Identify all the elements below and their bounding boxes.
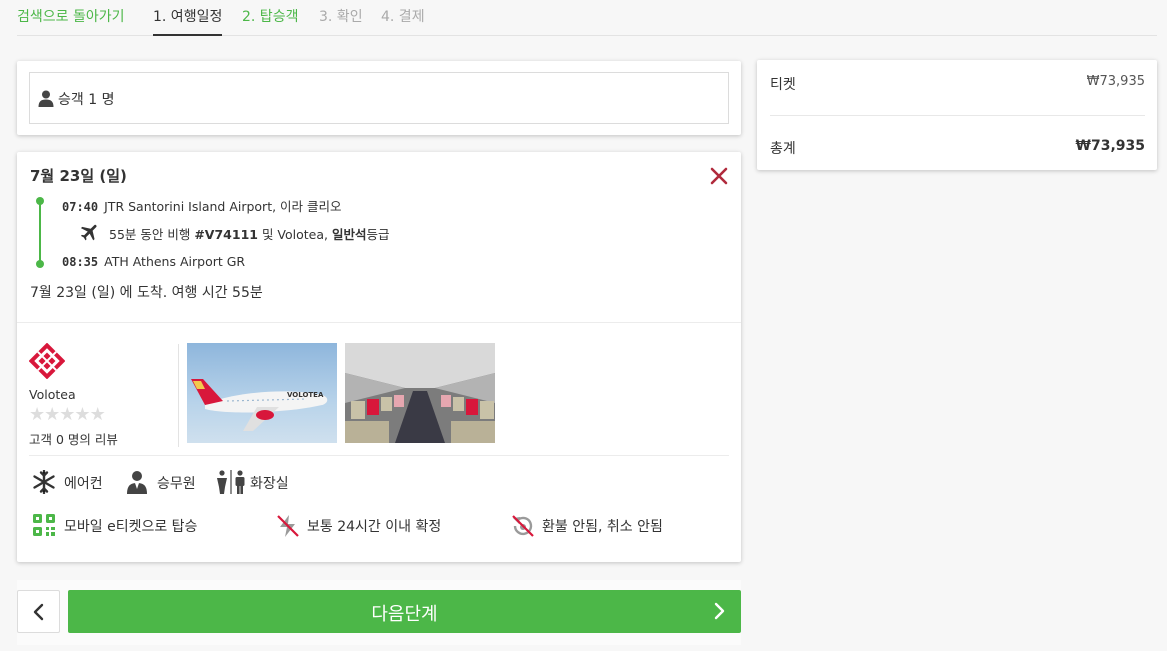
arrival-place: ATH Athens Airport GR (104, 254, 246, 269)
itinerary-card: 7월 23일 (일) 07:40 JTR Santorini Island Air… (17, 152, 741, 562)
vertical-divider (178, 344, 179, 447)
flight-duration: 55분 동안 비행 (109, 227, 195, 242)
star-icon: ★ (44, 404, 60, 425)
total-label: 총계 (770, 141, 796, 157)
flight-date: 7월 23일 (일) (30, 167, 127, 185)
timeline-dot-arrival (36, 260, 44, 268)
close-icon[interactable] (707, 164, 731, 188)
price-summary-card: 티켓 ₩73,935 총계 ₩73,935 (757, 60, 1157, 170)
next-step-label: 다음단계 (371, 604, 438, 625)
passenger-card: 승객 1 명 (17, 61, 741, 135)
star-icon: ★ (29, 404, 45, 425)
star-icon: ★ (89, 404, 106, 425)
flight-class-suffix: 등급 (366, 227, 390, 242)
aircraft-exterior-photo[interactable]: VOLOTEA (187, 343, 337, 443)
amenity-label: 환불 안됨, 취소 안됨 (542, 519, 663, 535)
amenity-label: 승무원 (157, 476, 196, 492)
rating-stars: ★★★★★ (29, 404, 106, 425)
svg-text:VOLOTEA: VOLOTEA (287, 391, 324, 399)
arrival-row: 08:35 ATH Athens Airport GR (62, 254, 245, 269)
amenity-label: 화장실 (250, 476, 289, 492)
passenger-selector[interactable]: 승객 1 명 (29, 72, 729, 124)
plane-icon (79, 221, 101, 247)
step-itinerary[interactable]: 1. 여행일정 (153, 6, 223, 36)
step-passengers[interactable]: 2. 탑승객 (242, 6, 298, 26)
step-navigation: 검색으로 돌아가기 1. 여행일정 2. 탑승객 3. 확인 4. 결제 (17, 0, 1157, 36)
aircraft-cabin-photo[interactable] (345, 343, 495, 443)
star-icon: ★ (74, 404, 90, 425)
divider (770, 115, 1145, 116)
departure-row: 07:40 JTR Santorini Island Airport, 이라 클리… (62, 196, 342, 215)
volotea-logo (28, 342, 66, 380)
amenity-label: 보통 24시간 이내 확정 (307, 519, 442, 535)
attendant-icon (125, 470, 149, 498)
departure-place: JTR Santorini Island Airport, 이라 클리오 (104, 199, 342, 214)
arrival-summary: 7월 23일 (일) 에 도착. 여행 시간 55분 (30, 285, 263, 301)
passenger-count: 승객 1 명 (58, 92, 115, 108)
timeline-dot-departure (36, 197, 44, 205)
previous-step-button[interactable] (17, 590, 60, 633)
person-icon (38, 90, 54, 111)
timeline-line (39, 201, 41, 263)
flight-class: 일반석 (331, 227, 367, 242)
back-to-search-link[interactable]: 검색으로 돌아가기 (17, 6, 125, 26)
star-icon: ★ (59, 404, 75, 425)
amenity-label: 에어컨 (64, 476, 103, 492)
arrival-time: 08:35 (62, 255, 99, 269)
step-payment: 4. 결제 (381, 9, 425, 25)
flight-operator: 및 Volotea, (257, 227, 332, 242)
flight-number: #V74111 (194, 227, 258, 242)
toilet-icon (215, 470, 247, 498)
no-instant-icon (275, 513, 301, 543)
ticket-price: ₩73,935 (1086, 74, 1145, 89)
qr-code-icon (32, 513, 56, 541)
next-step-button[interactable]: 다음단계 (68, 590, 741, 633)
flight-info-row: 55분 동안 비행 #V74111 및 Volotea, 일반석등급 (109, 224, 390, 243)
snowflake-icon (32, 469, 56, 498)
no-refund-icon (510, 513, 536, 543)
total-price: ₩73,935 (1075, 138, 1145, 154)
step-confirm: 3. 확인 (319, 9, 363, 25)
departure-time: 07:40 (62, 200, 99, 214)
divider (17, 322, 741, 323)
amenity-label: 모바일 e티켓으로 탑승 (64, 519, 198, 535)
airline-name: Volotea (29, 387, 76, 402)
divider (29, 455, 729, 456)
review-count: 고객 0 명의 리뷰 (29, 432, 118, 447)
ticket-label: 티켓 (770, 77, 796, 93)
